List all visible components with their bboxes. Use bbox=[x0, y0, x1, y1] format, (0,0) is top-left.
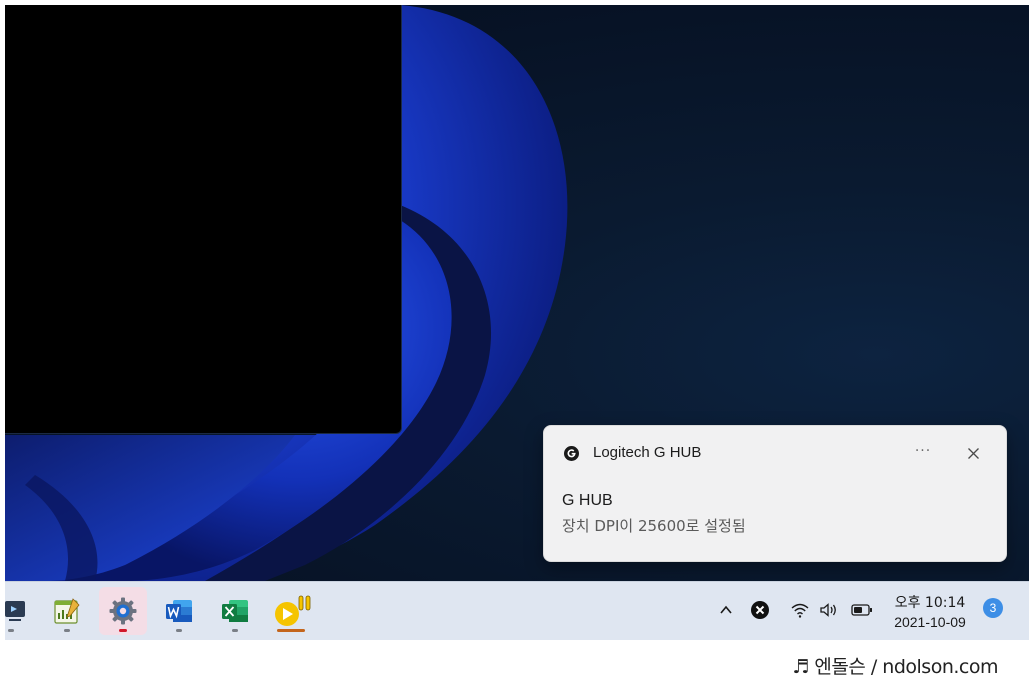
wifi-icon[interactable] bbox=[789, 599, 811, 621]
taskbar: 오후 10:14 2021-10-09 3 bbox=[5, 581, 1029, 640]
toast-header: Logitech G HUB ··· bbox=[544, 426, 1006, 482]
word-icon bbox=[166, 600, 192, 622]
excel-icon bbox=[222, 600, 248, 622]
active-indicator bbox=[119, 629, 127, 632]
black-app-window[interactable] bbox=[5, 5, 402, 434]
toast-title: G HUB bbox=[562, 492, 613, 509]
battery-icon[interactable] bbox=[851, 599, 873, 621]
volume-icon[interactable] bbox=[818, 599, 840, 621]
close-circle-icon[interactable] bbox=[749, 599, 771, 621]
taskbar-app-settings[interactable] bbox=[99, 587, 147, 635]
running-indicator bbox=[232, 629, 238, 632]
watermark: ♬ 엔돌슨 / ndolson.com bbox=[792, 656, 998, 678]
chevron-up-icon[interactable] bbox=[715, 599, 737, 621]
desktop-screen: Logitech G HUB ··· G HUB 장치 DPI이 25600로 … bbox=[5, 5, 1029, 640]
notification-toast[interactable]: Logitech G HUB ··· G HUB 장치 DPI이 25600로 … bbox=[543, 425, 1007, 562]
clock-time[interactable]: 오후 10:14 bbox=[875, 592, 985, 612]
partial-app-icon bbox=[5, 601, 25, 621]
toast-app-name: Logitech G HUB bbox=[593, 444, 702, 461]
more-options-icon[interactable]: ··· bbox=[912, 442, 934, 464]
taskbar-app-media-player[interactable] bbox=[269, 587, 317, 635]
notification-count-badge[interactable]: 3 bbox=[983, 598, 1003, 618]
taskbar-app-word[interactable] bbox=[155, 587, 203, 635]
taskbar-app-excel[interactable] bbox=[211, 587, 259, 635]
running-indicator bbox=[176, 629, 182, 632]
notepad-chart-icon bbox=[54, 598, 80, 624]
toast-message: 장치 DPI이 25600로 설정됨 bbox=[562, 517, 746, 535]
taskbar-app-partial[interactable] bbox=[5, 587, 35, 635]
close-icon[interactable] bbox=[964, 444, 982, 462]
media-player-icon bbox=[275, 595, 311, 626]
running-indicator bbox=[64, 629, 70, 632]
running-indicator bbox=[8, 629, 14, 632]
gear-icon bbox=[109, 597, 137, 625]
clock-date[interactable]: 2021-10-09 bbox=[875, 614, 985, 630]
logitech-g-icon bbox=[564, 446, 579, 461]
taskbar-app-notepad[interactable] bbox=[43, 587, 91, 635]
running-indicator bbox=[277, 629, 305, 632]
